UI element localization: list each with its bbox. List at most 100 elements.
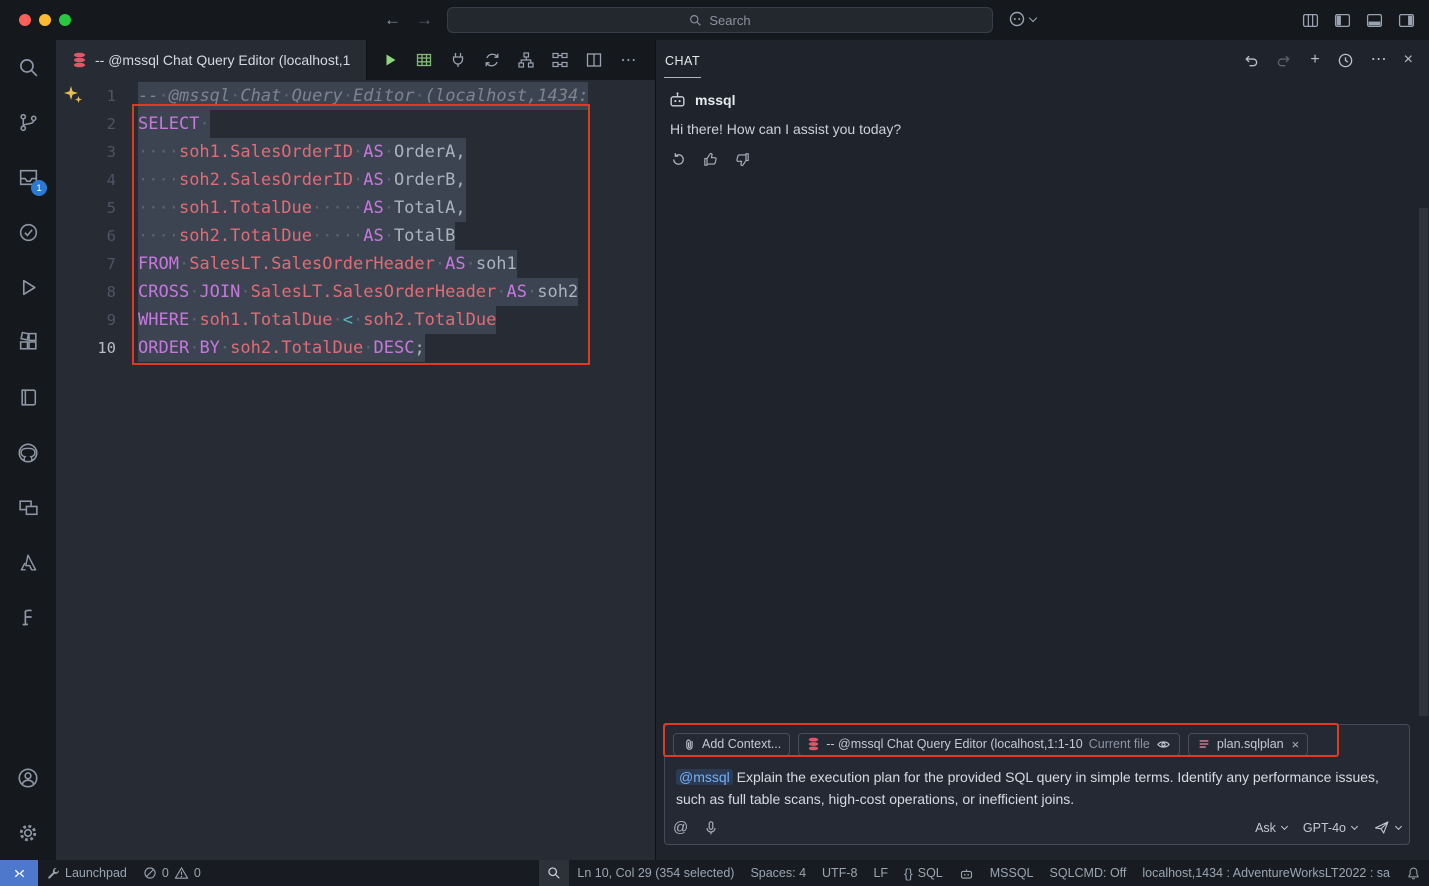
copilot-status[interactable] xyxy=(951,860,982,886)
more-actions-icon[interactable]: ⋯ xyxy=(1371,52,1387,68)
split-editor-button[interactable] xyxy=(581,47,607,73)
code-text[interactable]: ORDER·BY·soh2.TotalDue·DESC; xyxy=(138,334,425,362)
azure-icon xyxy=(17,551,40,574)
activity-github[interactable] xyxy=(0,425,56,480)
disconnect-button[interactable] xyxy=(445,47,471,73)
navigate-back-icon[interactable]: ← xyxy=(384,10,401,30)
activity-remote[interactable] xyxy=(0,480,56,535)
code-line[interactable]: 6····soh2.TotalDue·····AS·TotalB xyxy=(56,222,655,250)
hierarchy-icon xyxy=(517,51,535,69)
code-line[interactable]: 2SELECT· xyxy=(56,110,655,138)
activity-check[interactable] xyxy=(0,205,56,260)
add-context-button[interactable]: Add Context... xyxy=(673,733,790,756)
history-icon[interactable] xyxy=(1337,52,1354,69)
regenerate-icon[interactable] xyxy=(670,151,687,168)
close-window-button[interactable] xyxy=(19,14,31,26)
mssql-mention-chip[interactable]: @mssql xyxy=(676,769,733,785)
mssql-status[interactable]: MSSQL xyxy=(982,860,1042,886)
activity-extensions[interactable] xyxy=(0,315,56,370)
code-line[interactable]: 9WHERE·soh1.TotalDue·<·soh2.TotalDue xyxy=(56,306,655,334)
undo-icon[interactable] xyxy=(1242,52,1259,69)
new-chat-icon[interactable]: + xyxy=(1310,52,1319,68)
code-line[interactable]: 10ORDER·BY·soh2.TotalDue·DESC; xyxy=(56,334,655,362)
chat-prompt-input[interactable]: @mssql Explain the execution plan for th… xyxy=(676,766,1398,810)
activity-book[interactable] xyxy=(0,370,56,425)
code-text[interactable]: ····soh2.TotalDue·····AS·TotalB xyxy=(138,222,455,250)
activity-search[interactable] xyxy=(0,40,56,95)
magnifier-status-item[interactable] xyxy=(539,860,569,886)
code-text[interactable]: WHERE·soh1.TotalDue·<·soh2.TotalDue xyxy=(138,306,496,334)
check-circle-icon xyxy=(17,221,40,244)
scrollbar-thumb[interactable] xyxy=(1419,208,1428,716)
prompt-text: Explain the execution plan for the provi… xyxy=(676,769,1379,807)
run-query-button[interactable] xyxy=(377,47,403,73)
remove-attachment-icon[interactable]: × xyxy=(1292,737,1300,752)
mention-button[interactable]: @ xyxy=(673,819,688,836)
activity-stack[interactable]: 1 xyxy=(0,150,56,205)
cursor-position-status[interactable]: Ln 10, Col 29 (354 selected) xyxy=(569,860,742,886)
code-text[interactable]: --·@mssql·Chat·Query·Editor·(localhost,1… xyxy=(138,82,588,110)
change-connection-button[interactable] xyxy=(479,47,505,73)
eol-status[interactable]: LF xyxy=(865,860,896,886)
command-center-search[interactable]: Search xyxy=(447,7,993,33)
plug-icon xyxy=(449,51,467,69)
results-grid-button[interactable] xyxy=(411,47,437,73)
query-plan-button[interactable] xyxy=(547,47,573,73)
code-line[interactable]: 8CROSS·JOIN·SalesLT.SalesOrderHeader·AS·… xyxy=(56,278,655,306)
toggle-panel-icon[interactable] xyxy=(1366,12,1383,29)
sqlcmd-status[interactable]: SQLCMD: Off xyxy=(1042,860,1135,886)
copilot-sparkle-icon[interactable] xyxy=(62,84,84,106)
context-attachments: Add Context... -- @mssql Chat Query Edit… xyxy=(673,731,1401,757)
code-line[interactable]: 7FROM·SalesLT.SalesOrderHeader·AS·soh1 xyxy=(56,250,655,278)
activity-flow[interactable] xyxy=(0,590,56,645)
copilot-menu-button[interactable] xyxy=(1008,10,1036,28)
context-plan-pill[interactable]: plan.sqlplan × xyxy=(1188,733,1308,756)
activity-accounts[interactable] xyxy=(0,750,56,805)
estimated-plan-button[interactable] xyxy=(513,47,539,73)
tab-chat[interactable]: CHAT xyxy=(664,43,701,78)
code-line[interactable]: 5····soh1.TotalDue·····AS·TotalA, xyxy=(56,194,655,222)
minimize-window-button[interactable] xyxy=(39,14,51,26)
close-icon[interactable]: × xyxy=(1404,52,1413,68)
run-icon xyxy=(381,51,399,69)
notifications-status[interactable] xyxy=(1398,860,1429,886)
code-text[interactable]: ····soh2.SalesOrderID·AS·OrderB, xyxy=(138,166,466,194)
microphone-icon[interactable] xyxy=(703,820,719,836)
activity-source-control[interactable] xyxy=(0,95,56,150)
code-text[interactable]: SELECT· xyxy=(138,110,210,138)
language-mode-status[interactable]: {}SQL xyxy=(896,860,951,886)
model-dropdown[interactable]: GPT-4o xyxy=(1303,821,1357,835)
remote-indicator[interactable] xyxy=(0,860,38,886)
toggle-secondary-sidebar-icon[interactable] xyxy=(1398,12,1415,29)
code-text[interactable]: ····soh1.TotalDue·····AS·TotalA, xyxy=(138,194,466,222)
chat-mode-dropdown[interactable]: Ask xyxy=(1255,821,1287,835)
launchpad-status-item[interactable]: Launchpad xyxy=(38,860,135,886)
problems-status-item[interactable]: 0 0 xyxy=(135,860,209,886)
encoding-status[interactable]: UTF-8 xyxy=(814,860,865,886)
connection-status[interactable]: localhost,1434 : AdventureWorksLT2022 : … xyxy=(1134,860,1398,886)
redo-icon[interactable] xyxy=(1276,52,1293,69)
activity-settings[interactable] xyxy=(0,805,56,860)
chat-input-container[interactable]: Add Context... -- @mssql Chat Query Edit… xyxy=(664,724,1410,845)
code-text[interactable]: ····soh1.SalesOrderID·AS·OrderA, xyxy=(138,138,466,166)
thumbs-up-icon[interactable] xyxy=(702,151,719,168)
activity-run[interactable] xyxy=(0,260,56,315)
code-line[interactable]: 4····soh2.SalesOrderID·AS·OrderB, xyxy=(56,166,655,194)
code-text[interactable]: CROSS·JOIN·SalesLT.SalesOrderHeader·AS·s… xyxy=(138,278,578,306)
toggle-primary-sidebar-icon[interactable] xyxy=(1334,12,1351,29)
eye-icon[interactable] xyxy=(1156,738,1171,751)
editor[interactable]: 1--·@mssql·Chat·Query·Editor·(localhost,… xyxy=(56,80,655,860)
editor-tab[interactable]: -- @mssql Chat Query Editor (localhost,1 xyxy=(56,40,367,80)
code-line[interactable]: 3····soh1.SalesOrderID·AS·OrderA, xyxy=(56,138,655,166)
layout-columns-icon[interactable] xyxy=(1302,12,1319,29)
send-button[interactable] xyxy=(1373,819,1401,836)
thumbs-down-icon[interactable] xyxy=(734,151,751,168)
indentation-status[interactable]: Spaces: 4 xyxy=(742,860,814,886)
editor-more-actions-button[interactable]: ⋯ xyxy=(615,47,641,73)
activity-azure[interactable] xyxy=(0,535,56,590)
navigate-forward-icon[interactable]: → xyxy=(416,10,433,30)
code-text[interactable]: FROM·SalesLT.SalesOrderHeader·AS·soh1 xyxy=(138,250,517,278)
code-line[interactable]: 1--·@mssql·Chat·Query·Editor·(localhost,… xyxy=(56,82,655,110)
context-file-pill[interactable]: -- @mssql Chat Query Editor (localhost,1… xyxy=(798,733,1180,756)
zoom-window-button[interactable] xyxy=(59,14,71,26)
